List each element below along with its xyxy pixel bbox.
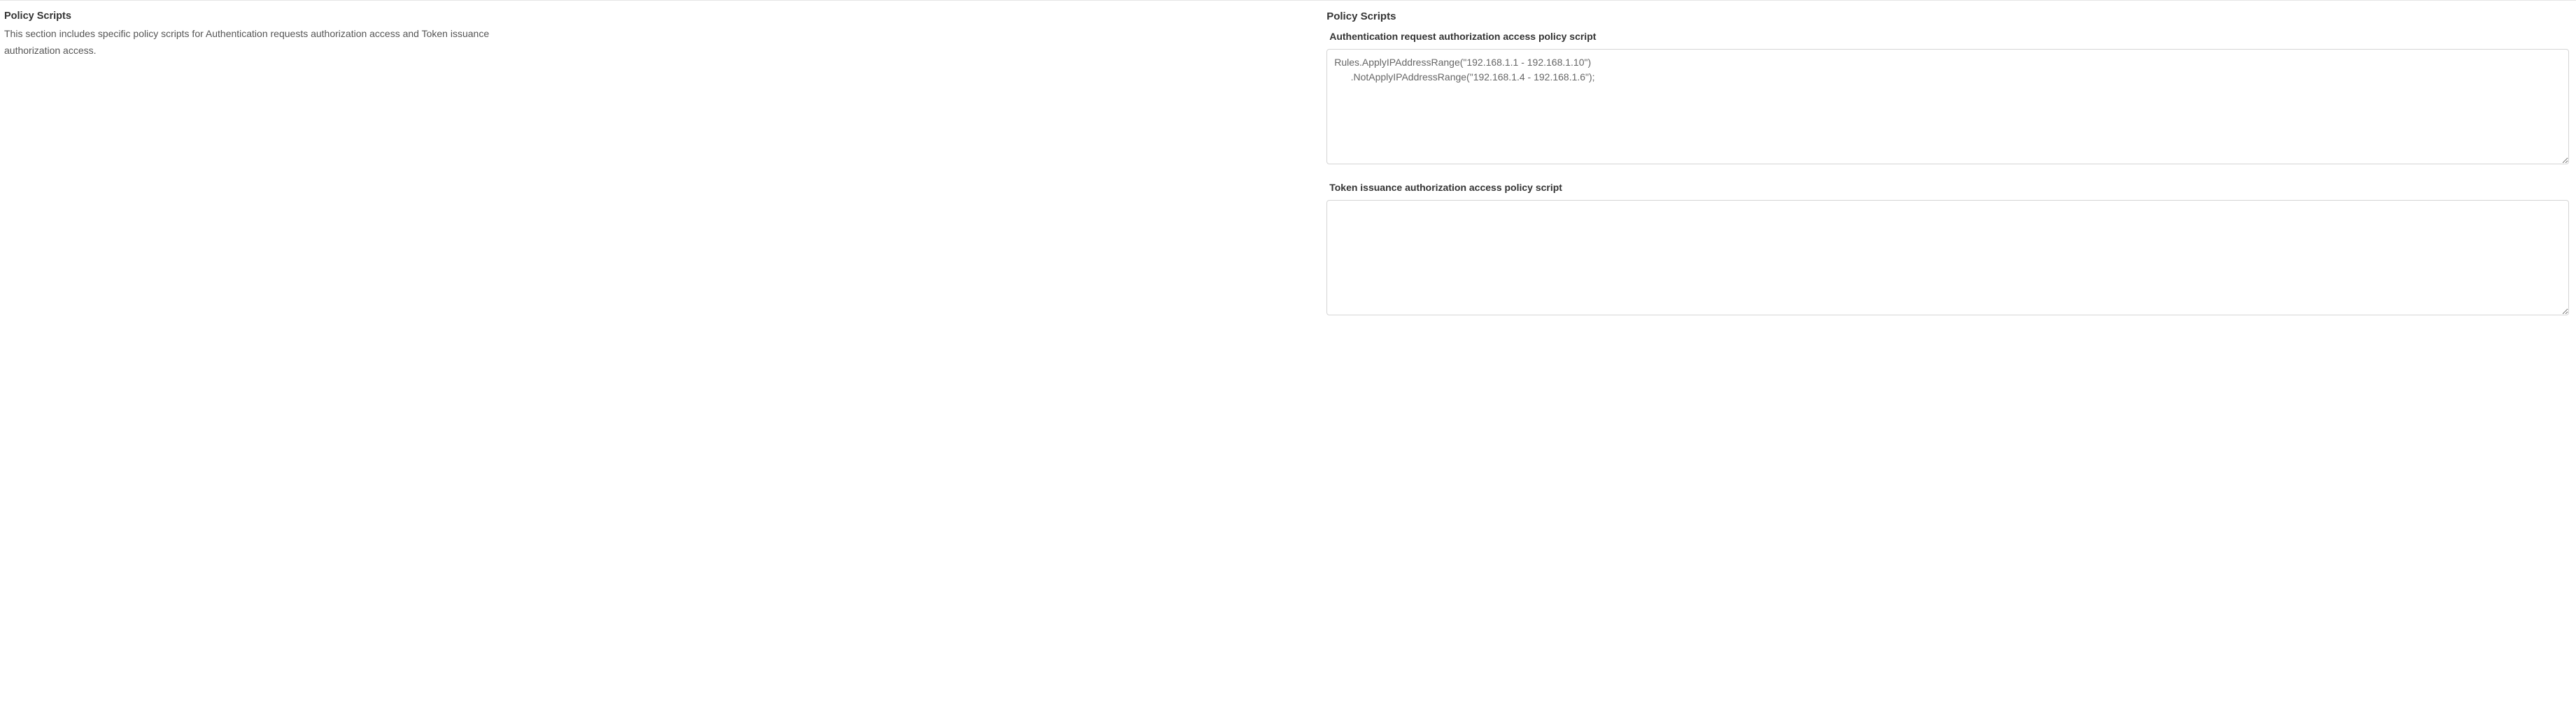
right-column: Policy Scripts Authentication request au…	[1326, 10, 2576, 333]
token-script-input[interactable]	[1326, 200, 2569, 315]
auth-script-field: Authentication request authorization acc…	[1326, 31, 2569, 166]
right-heading: Policy Scripts	[1326, 10, 2569, 22]
token-script-field: Token issuance authorization access poli…	[1326, 182, 2569, 317]
token-script-label: Token issuance authorization access poli…	[1326, 182, 2569, 193]
auth-script-label: Authentication request authorization acc…	[1326, 31, 2569, 42]
left-column: Policy Scripts This section includes spe…	[0, 10, 1326, 333]
left-heading: Policy Scripts	[4, 10, 1312, 22]
policy-scripts-section: Policy Scripts This section includes spe…	[0, 1, 2576, 333]
auth-script-input[interactable]	[1326, 49, 2569, 164]
left-description: This section includes specific policy sc…	[4, 26, 536, 59]
